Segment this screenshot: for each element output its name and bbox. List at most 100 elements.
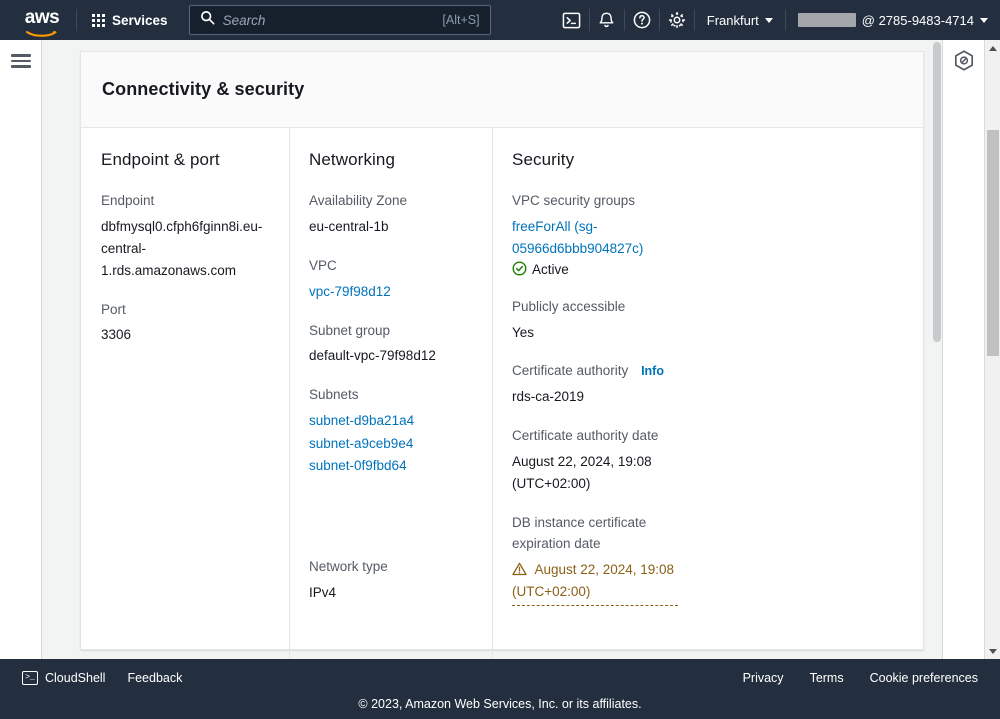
field-label: VPC security groups — [512, 193, 636, 208]
field-value: dbfmysql0.cfph6fginn8i.eu-central-1.rds.… — [101, 218, 263, 278]
status-badge: Active — [512, 261, 903, 279]
page-scrollbar[interactable] — [984, 40, 1000, 659]
left-rail — [0, 40, 42, 659]
help-icon[interactable] — [625, 0, 659, 40]
cloudshell-icon[interactable] — [555, 0, 589, 40]
right-rail — [942, 40, 984, 659]
cert-expiration-warning[interactable]: August 22, 2024, 19:08 (UTC+02:00) — [512, 559, 678, 606]
field-value: rds-ca-2019 — [512, 389, 585, 405]
region-label: Frankfurt — [706, 12, 759, 28]
field-value: IPv4 — [309, 585, 337, 601]
subnet-link[interactable]: subnet-0f9fbd64 — [309, 455, 472, 477]
column-title-networking: Networking — [309, 150, 396, 169]
field-subnet-group: Subnet group default-vpc-79f98d12 — [309, 321, 472, 368]
info-link[interactable]: Info — [641, 364, 664, 378]
field-label: Publicly accessible — [512, 298, 626, 314]
account-id-label: @ 2785-9483-4714 — [861, 12, 974, 28]
content-scrollbar-thumb[interactable] — [933, 42, 941, 342]
cloudshell-button[interactable]: >_ CloudShell — [22, 670, 106, 685]
search-icon — [200, 10, 215, 30]
page-title: Connectivity & security — [102, 79, 305, 99]
page-scrollbar-thumb[interactable] — [987, 130, 999, 356]
top-navigation-bar: aws Services [Alt+S] — [0, 0, 1000, 40]
content-scrollbar[interactable] — [932, 40, 942, 659]
field-vpc-security-groups: VPC security groups freeForAll (sg-05966… — [512, 191, 903, 279]
vpc-link[interactable]: vpc-79f98d12 — [309, 284, 391, 299]
field-label: Subnet group — [309, 322, 391, 338]
terminal-icon: >_ — [22, 670, 38, 685]
subnet-link[interactable]: subnet-d9ba21a4 — [309, 410, 472, 432]
column-title-security: Security — [512, 150, 575, 169]
field-publicly-accessible: Publicly accessible Yes — [512, 297, 903, 344]
column-title-endpoint: Endpoint & port — [101, 150, 220, 169]
chevron-down-icon — [764, 17, 773, 23]
column-endpoint-port: Endpoint & port Endpoint dbfmysql0.cfph6… — [81, 150, 289, 649]
aws-logo-text: aws — [24, 6, 60, 28]
field-subnets: Subnets subnet-d9ba21a4 subnet-a9ceb9e4 … — [309, 385, 472, 477]
status-label: Active — [532, 262, 569, 278]
scroll-down-arrow-icon[interactable] — [985, 643, 1000, 659]
cookie-preferences-link[interactable]: Cookie preferences — [870, 671, 978, 685]
warning-triangle-icon — [512, 562, 531, 580]
footer-top-row: >_ CloudShell Feedback Privacy Terms Coo… — [0, 659, 1000, 696]
copyright-text: © 2023, Amazon Web Services, Inc. or its… — [358, 697, 642, 711]
field-value: August 22, 2024, 19:08 (UTC+02:00) — [512, 454, 652, 491]
certificate-authority-label: Certificate authority — [512, 363, 629, 379]
footer-right-group: Privacy Terms Cookie preferences — [743, 671, 978, 685]
field-label: Subnets — [309, 387, 359, 403]
privacy-link[interactable]: Privacy — [743, 671, 784, 685]
field-label: VPC — [309, 257, 337, 273]
page-footer: >_ CloudShell Feedback Privacy Terms Coo… — [0, 659, 1000, 719]
field-label: DB instance certificate expiration date — [512, 514, 647, 551]
hamburger-menu-icon[interactable] — [10, 54, 31, 68]
panel-header: Connectivity & security — [81, 52, 923, 128]
search-box[interactable]: [Alt+S] — [188, 5, 491, 35]
field-endpoint: Endpoint dbfmysql0.cfph6fginn8i.eu-centr… — [101, 191, 269, 282]
field-certificate-authority: Certificate authority Info rds-ca-2019 — [512, 361, 903, 408]
cloudshell-label: CloudShell — [45, 670, 106, 685]
bell-icon[interactable] — [590, 0, 624, 40]
search-input[interactable] — [222, 12, 437, 28]
field-vpc: VPC vpc-79f98d12 — [309, 256, 472, 303]
field-port: Port 3306 — [101, 300, 269, 347]
feedback-link[interactable]: Feedback — [127, 671, 182, 685]
gear-icon[interactable] — [660, 0, 694, 40]
field-cert-expiration-date: DB instance certificate expiration date … — [512, 513, 903, 606]
main-content-area: Connectivity & security Endpoint & port … — [42, 40, 942, 659]
search-shortcut-hint: [Alt+S] — [442, 13, 480, 27]
field-label: Certificate authority Info — [512, 361, 903, 382]
check-circle-icon — [512, 261, 527, 279]
field-value: eu-central-1b — [309, 218, 389, 234]
field-label: Availability Zone — [309, 193, 408, 208]
account-menu[interactable]: @ 2785-9483-4714 — [786, 0, 1000, 40]
cert-expiration-value: August 22, 2024, 19:08 (UTC+02:00) — [512, 561, 675, 599]
panel-body: Endpoint & port Endpoint dbfmysql0.cfph6… — [81, 128, 923, 659]
field-label: Certificate authority date — [512, 428, 659, 444]
scroll-up-arrow-icon[interactable] — [985, 40, 1000, 56]
services-menu-button[interactable]: Services — [83, 7, 177, 34]
footer-left-group: >_ CloudShell Feedback — [22, 670, 182, 685]
column-networking: Networking Availability Zone eu-central-… — [289, 128, 492, 659]
connectivity-security-panel: Connectivity & security Endpoint & port … — [80, 51, 924, 659]
aws-logo-smile — [26, 26, 58, 37]
subnet-link[interactable]: subnet-a9ceb9e4 — [309, 433, 472, 455]
field-label: Endpoint — [101, 193, 155, 208]
nav-divider — [76, 9, 77, 31]
field-label: Network type — [309, 559, 388, 575]
top-nav-right-group: Frankfurt @ 2785-9483-4714 — [555, 0, 1000, 40]
field-value: 3306 — [101, 327, 132, 343]
grid-icon — [92, 13, 105, 27]
security-group-link[interactable]: freeForAll (sg-05966d6bbb904827c) — [512, 216, 682, 260]
region-selector[interactable]: Frankfurt — [695, 0, 785, 40]
aws-logo[interactable]: aws — [14, 6, 70, 37]
account-name-redacted — [797, 13, 856, 27]
services-label: Services — [112, 12, 168, 28]
field-value: Yes — [512, 324, 535, 340]
aws-console-page: aws Services [Alt+S] — [0, 0, 1000, 719]
field-label: Port — [101, 301, 126, 317]
hexagon-shield-icon[interactable] — [954, 50, 974, 77]
terms-link[interactable]: Terms — [810, 671, 844, 685]
field-value: default-vpc-79f98d12 — [309, 348, 436, 364]
field-availability-zone: Availability Zone eu-central-1b — [309, 191, 472, 238]
